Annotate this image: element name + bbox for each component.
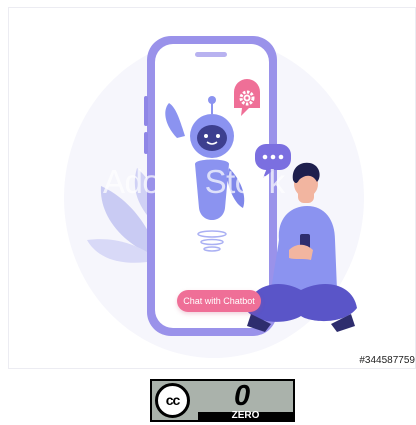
zero-label-strip: ZERO bbox=[198, 410, 293, 421]
stock-illustration: Adobe Stock Chat with Chatbot #344587759 bbox=[8, 7, 416, 369]
watermark: Adobe Stock bbox=[103, 163, 285, 200]
zero-label: ZERO bbox=[231, 410, 260, 421]
cc-logo-icon: cc bbox=[155, 383, 190, 418]
phone-speaker bbox=[195, 52, 227, 57]
stock-id: #344587759 bbox=[356, 355, 415, 366]
cc-zero-license-badge[interactable]: cc 0 ZERO bbox=[150, 379, 295, 422]
chat-with-chatbot-button[interactable]: Chat with Chatbot bbox=[177, 290, 261, 312]
ellipsis-icon bbox=[262, 154, 284, 160]
zero-glyph: 0 bbox=[234, 380, 251, 412]
